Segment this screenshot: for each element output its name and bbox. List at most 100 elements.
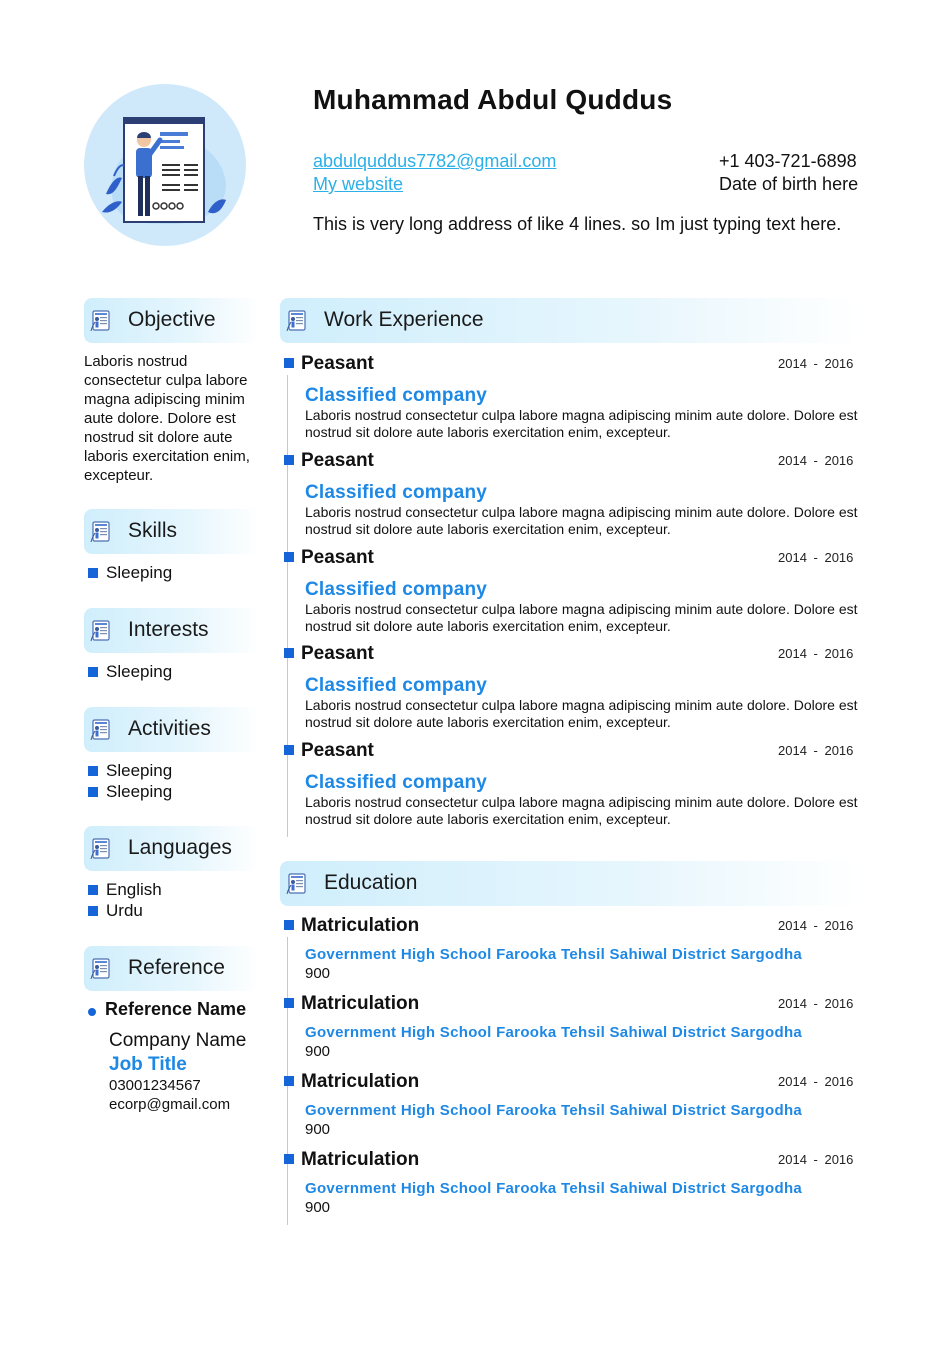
job-dates: 2014 - 2016 xyxy=(778,743,854,758)
resume-document-icon xyxy=(90,520,114,544)
interests-header: Interests xyxy=(84,608,260,653)
square-bullet-icon xyxy=(284,358,294,368)
activities-list: Sleeping Sleeping xyxy=(88,760,172,802)
job-dates: 2014 - 2016 xyxy=(778,453,854,468)
section-title: Education xyxy=(324,871,418,894)
grade: 900 xyxy=(305,1121,331,1138)
objective-text: Laboris nostrud consectetur culpa labore… xyxy=(84,353,250,484)
degree-title: Matriculation xyxy=(301,1071,420,1092)
square-bullet-icon xyxy=(88,906,98,916)
job-dates: 2014 - 2016 xyxy=(778,550,854,565)
square-bullet-icon xyxy=(88,885,98,895)
resume-document-icon xyxy=(90,619,114,643)
school-name: Government High School Farooka Tehsil Sa… xyxy=(305,946,803,963)
section-title: Skills xyxy=(128,519,178,542)
education-header: Education xyxy=(280,861,860,906)
list-item: Sleeping xyxy=(88,760,172,781)
reference-phone: 03001234567 xyxy=(109,1077,201,1094)
job-title: Peasant xyxy=(301,547,374,568)
square-bullet-icon xyxy=(88,568,98,578)
interests-list: Sleeping xyxy=(88,661,172,682)
company-name: Classified company xyxy=(305,482,488,503)
skills-header: Skills xyxy=(84,509,260,554)
job-description: Laboris nostrud consectetur culpa labore… xyxy=(305,697,858,730)
work-timeline-line xyxy=(287,375,288,837)
list-item: Urdu xyxy=(88,900,162,921)
education-dates: 2014 - 2016 xyxy=(778,1074,854,1089)
education-dates: 2014 - 2016 xyxy=(778,918,854,933)
job-description: Laboris nostrud consectetur culpa labore… xyxy=(305,601,858,634)
job-description: Laboris nostrud consectetur culpa labore… xyxy=(305,407,858,440)
resume-document-icon xyxy=(90,837,114,861)
resume-document-icon xyxy=(90,957,114,981)
address: This is very long address of like 4 line… xyxy=(313,214,842,234)
grade: 900 xyxy=(305,965,331,982)
company-name: Classified company xyxy=(305,675,488,696)
degree-title: Matriculation xyxy=(301,1149,420,1170)
reference-job-title: Job Title xyxy=(109,1054,187,1075)
resume-document-icon xyxy=(90,309,114,333)
resume-document-icon xyxy=(90,718,114,742)
job-dates: 2014 - 2016 xyxy=(778,356,854,371)
list-item: Sleeping xyxy=(88,562,172,583)
square-bullet-icon xyxy=(284,552,294,562)
job-title: Peasant xyxy=(301,450,374,471)
degree-title: Matriculation xyxy=(301,915,420,936)
objective-header: Objective xyxy=(84,298,260,343)
square-bullet-icon xyxy=(284,745,294,755)
square-bullet-icon xyxy=(88,667,98,677)
degree-title: Matriculation xyxy=(301,993,420,1014)
languages-header: Languages xyxy=(84,826,260,871)
job-dates: 2014 - 2016 xyxy=(778,646,854,661)
job-title: Peasant xyxy=(301,740,374,761)
full-name: Muhammad Abdul Quddus xyxy=(313,84,673,115)
skills-list: Sleeping xyxy=(88,562,172,583)
square-bullet-icon xyxy=(284,998,294,1008)
company-name: Classified company xyxy=(305,385,488,406)
square-bullet-icon xyxy=(284,1154,294,1164)
grade: 900 xyxy=(305,1199,331,1216)
list-item: Sleeping xyxy=(88,781,172,802)
section-title: Interests xyxy=(128,618,209,641)
phone-number: +1 403-721-6898 xyxy=(719,151,857,171)
company-name: Classified company xyxy=(305,772,488,793)
square-bullet-icon xyxy=(88,766,98,776)
section-title: Reference xyxy=(128,956,225,979)
resume-illustration-icon xyxy=(102,117,226,224)
avatar xyxy=(84,84,246,246)
square-bullet-icon xyxy=(88,787,98,797)
date-of-birth: Date of birth here xyxy=(719,174,859,194)
square-bullet-icon xyxy=(284,920,294,930)
languages-list: English Urdu xyxy=(88,879,162,921)
activities-header: Activities xyxy=(84,707,260,752)
square-bullet-icon xyxy=(284,1076,294,1086)
resume-document-icon xyxy=(286,309,310,333)
job-title: Peasant xyxy=(301,643,374,664)
reference-company: Company Name xyxy=(109,1030,247,1051)
round-bullet-icon xyxy=(88,1008,96,1016)
section-title: Objective xyxy=(128,308,216,331)
school-name: Government High School Farooka Tehsil Sa… xyxy=(305,1024,803,1041)
education-dates: 2014 - 2016 xyxy=(778,1152,854,1167)
section-title: Activities xyxy=(128,717,211,740)
square-bullet-icon xyxy=(284,648,294,658)
job-description: Laboris nostrud consectetur culpa labore… xyxy=(305,794,858,827)
website-link[interactable]: My website xyxy=(313,174,403,195)
school-name: Government High School Farooka Tehsil Sa… xyxy=(305,1102,803,1119)
reference-email: ecorp@gmail.com xyxy=(109,1096,231,1113)
list-item: Sleeping xyxy=(88,661,172,682)
email-link[interactable]: abdulquddus7782@gmail.com xyxy=(313,151,556,172)
work-experience-header: Work Experience xyxy=(280,298,860,343)
grade: 900 xyxy=(305,1043,331,1060)
school-name: Government High School Farooka Tehsil Sa… xyxy=(305,1180,803,1197)
job-description: Laboris nostrud consectetur culpa labore… xyxy=(305,504,858,537)
resume-document-icon xyxy=(286,872,310,896)
company-name: Classified company xyxy=(305,579,488,600)
list-item: English xyxy=(88,879,162,900)
job-title: Peasant xyxy=(301,353,374,374)
section-title: Languages xyxy=(128,836,232,859)
reference-header: Reference xyxy=(84,946,260,991)
square-bullet-icon xyxy=(284,455,294,465)
education-dates: 2014 - 2016 xyxy=(778,996,854,1011)
reference-name: Reference Name xyxy=(105,999,247,1019)
